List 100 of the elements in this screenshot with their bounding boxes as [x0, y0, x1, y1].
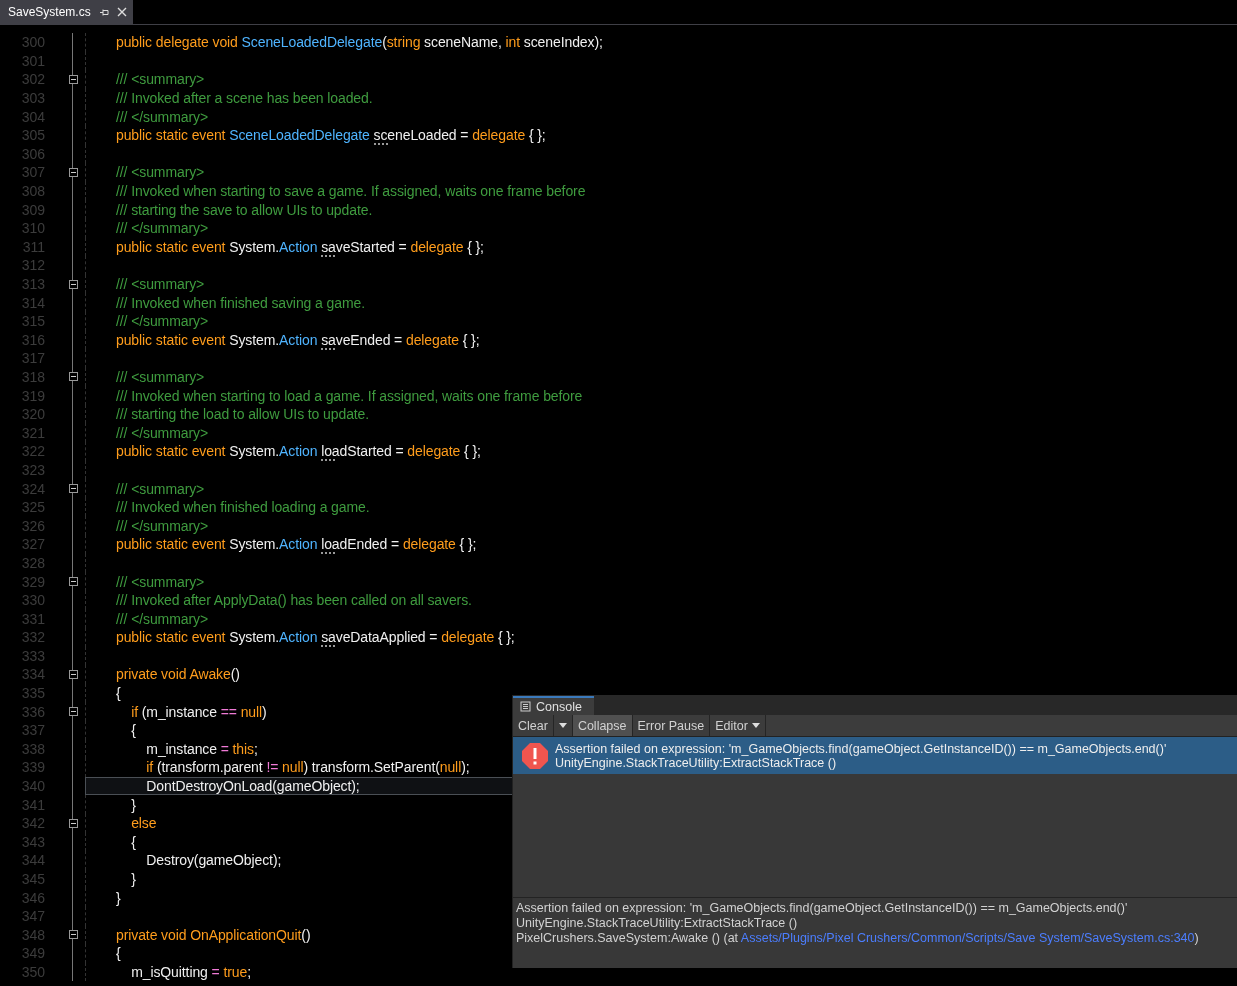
collapse-icon[interactable] — [68, 75, 78, 84]
line-number: 326 — [20, 517, 45, 534]
code-line: /// <summary> — [116, 71, 205, 88]
code-line: public static event SceneLoadedDelegate sceneLoaded = delegate { }; — [116, 127, 546, 144]
line-number: 308 — [20, 183, 45, 200]
line-number: 336 — [20, 703, 45, 720]
line-number: 341 — [20, 796, 45, 813]
code-line: /// <summary> — [116, 276, 205, 292]
toolbar-button[interactable]: Collapse — [572, 715, 633, 736]
close-icon[interactable] — [116, 7, 127, 17]
code-line: /// </summary> — [116, 313, 208, 330]
line-number: 314 — [20, 294, 45, 311]
code-line: /// Invoked after ApplyData() has been called on all savers. — [116, 592, 472, 609]
line-number: 303 — [20, 90, 45, 107]
code-line: /// Invoked when starting to save a game. If assigned, waits one frame before — [116, 183, 586, 200]
line-number: 337 — [20, 722, 45, 739]
code-line: { — [130, 722, 136, 739]
collapse-icon[interactable] — [68, 818, 78, 828]
line-number: 330 — [20, 592, 45, 609]
code-line: { — [116, 945, 121, 962]
line-number: 300 — [20, 34, 45, 51]
line-number: 323 — [20, 461, 45, 478]
code-line: /// </summary> — [116, 517, 208, 534]
code-line: else — [130, 815, 157, 832]
line-number: 340 — [20, 778, 45, 795]
code-line: /// Invoked when starting to load a game. If assigned, waits one frame before — [116, 387, 583, 404]
code-line: public static event System.Action loadEnded = delegate { }; — [116, 536, 477, 553]
collapse-icon[interactable] — [68, 484, 78, 494]
line-number: 301 — [20, 52, 45, 69]
pin-icon[interactable] — [98, 7, 109, 17]
stack-trace-text: PixelCrushers.SaveSystem:Awake () (at Assets/Plugins/Pixel Crushers/Common/Scripts/Save System/SaveSystem.cs:340) — [516, 931, 1200, 946]
line-number: 345 — [20, 871, 45, 887]
collapse-icon[interactable] — [68, 372, 78, 382]
code-line: DontDestroyOnLoad(gameObject); — [145, 778, 360, 795]
line-number: 334 — [20, 666, 45, 683]
code-line: /// <summary> — [116, 573, 205, 590]
line-number: 332 — [20, 629, 45, 646]
code-line: /// Invoked after a scene has been loaded. — [116, 90, 373, 107]
code-line: { — [116, 685, 121, 702]
collapse-icon[interactable] — [68, 670, 78, 679]
line-number: 317 — [20, 350, 45, 367]
log-text: Assertion failed on expression: 'm_GameObjects.find(gameObject.GetInstanceID()) == m_GameObjects.end()' — [555, 741, 1167, 756]
line-number: 328 — [20, 554, 45, 571]
line-number: 339 — [20, 759, 45, 776]
document-tab[interactable]: SaveSystem.cs — [0, 0, 133, 24]
line-number: 319 — [20, 387, 45, 404]
list-icon — [520, 701, 531, 712]
code-line: } — [130, 796, 136, 813]
code-line: } — [116, 889, 121, 906]
line-number: 344 — [20, 852, 45, 869]
collapse-icon[interactable] — [68, 930, 78, 940]
line-number: 324 — [20, 480, 45, 497]
line-number: 335 — [20, 685, 45, 702]
line-number: 316 — [20, 331, 45, 348]
line-number: 307 — [20, 164, 45, 181]
code-line: m_instance = this; — [145, 740, 258, 757]
code-line: private void Awake() — [116, 666, 240, 683]
code-line: private void OnApplicationQuit() — [116, 926, 311, 943]
code-line: /// Invoked when finished saving a game. — [116, 294, 365, 311]
line-number: 348 — [20, 926, 45, 943]
line-number: 309 — [20, 201, 45, 218]
line-number: 343 — [20, 833, 45, 850]
code-line: Destroy(gameObject); — [145, 852, 282, 869]
line-number: 338 — [20, 740, 45, 757]
code-line: /// </summary> — [116, 424, 208, 441]
line-number: 315 — [20, 313, 45, 330]
collapse-icon[interactable] — [68, 577, 78, 586]
code-line: /// starting the save to allow UIs to update. — [116, 201, 373, 218]
console-tab[interactable]: Console — [513, 696, 594, 715]
code-line: /// starting the load to allow UIs to update. — [116, 406, 370, 423]
code-line: /// </summary> — [116, 220, 208, 237]
line-number: 331 — [20, 610, 45, 627]
code-line: } — [130, 871, 136, 887]
stack-trace-text: UnityEngine.StackTraceUtility:ExtractStackTrace () — [516, 916, 799, 931]
collapse-icon[interactable] — [68, 167, 78, 177]
line-number: 312 — [20, 257, 45, 274]
code-line: /// </summary> — [116, 108, 208, 125]
caret-icon — [751, 723, 760, 728]
line-number: 305 — [20, 127, 45, 144]
code-line: public static event System.Action saveDataApplied = delegate { }; — [116, 629, 515, 646]
collapse-icon[interactable] — [68, 279, 78, 289]
line-number: 311 — [21, 238, 45, 255]
line-number: 342 — [20, 815, 45, 832]
line-number: 313 — [20, 276, 45, 292]
line-number: 302 — [20, 71, 45, 88]
stack-trace-text: Assertion failed on expression: 'm_GameObjects.find(gameObject.GetInstanceID()) == m_GameObjects.end()' — [516, 901, 1129, 916]
line-number: 304 — [20, 108, 45, 125]
line-number: 329 — [20, 573, 45, 590]
line-number: 346 — [20, 889, 45, 906]
log-entry[interactable]: Assertion failed on expression: 'm_GameObjects.find(gameObject.GetInstanceID()) == m_GameObjects.end()' UnityEngine.StackTraceUtility:ExtractStackTrace () — [513, 737, 1237, 774]
line-number: 322 — [20, 443, 45, 460]
code-line: public static event System.Action saveEnded = delegate { }; — [116, 331, 480, 348]
line-number: 320 — [20, 406, 45, 423]
code-line: public static event System.Action loadStarted = delegate { }; — [116, 443, 481, 460]
code-line: /// <summary> — [116, 164, 205, 181]
line-number: 325 — [20, 499, 45, 516]
collapse-icon[interactable] — [68, 707, 78, 717]
code-line: /// <summary> — [116, 480, 205, 497]
code-line: /// Invoked when finished loading a game. — [116, 499, 370, 516]
line-number: 327 — [20, 536, 45, 553]
